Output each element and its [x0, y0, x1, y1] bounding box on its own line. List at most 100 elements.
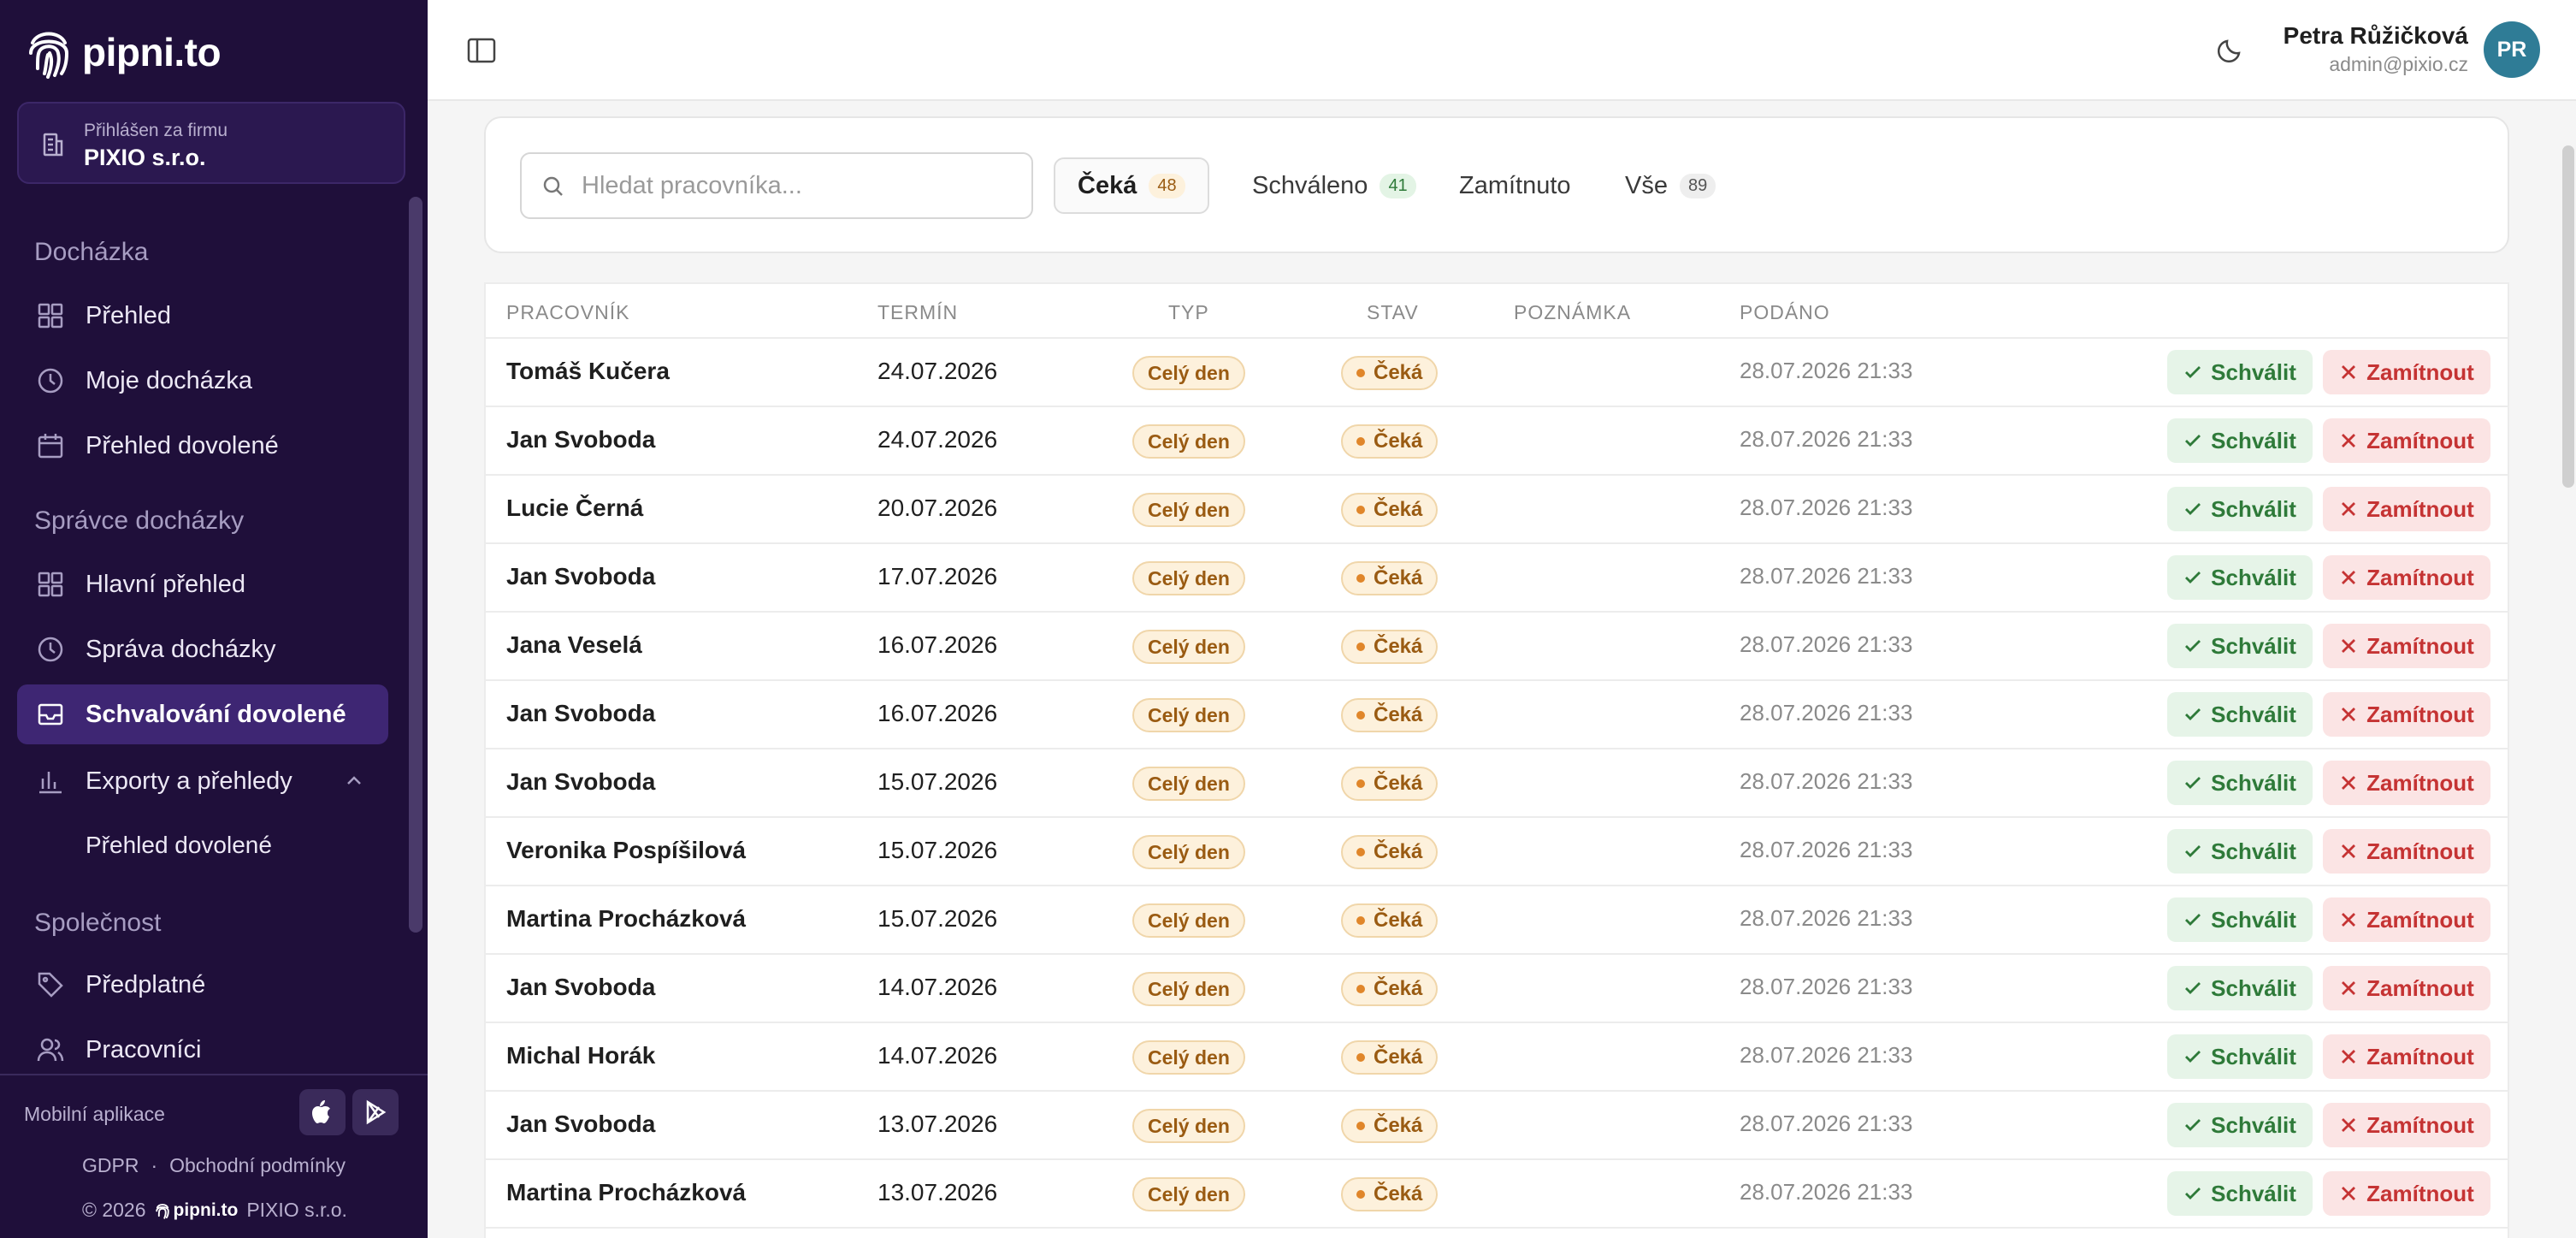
sidebar-item-label: Přehled dovolené: [86, 431, 279, 459]
google-play-button[interactable]: [352, 1089, 399, 1135]
sidebar-item-exporty[interactable]: Exporty a přehledy: [17, 751, 388, 811]
employee-name: Jan Svoboda: [506, 426, 656, 453]
close-icon: [2342, 776, 2356, 790]
leave-type-badge: Celý den: [1132, 835, 1245, 869]
inbox-icon: [38, 703, 63, 726]
status-dot: [1356, 1190, 1365, 1199]
close-icon: [2342, 708, 2356, 721]
sidebar-item-predplatne[interactable]: Předplatné: [17, 955, 388, 1015]
approve-button[interactable]: Schválit: [2167, 350, 2313, 394]
avatar[interactable]: PR: [2484, 21, 2540, 78]
approve-button[interactable]: Schválit: [2167, 829, 2313, 874]
main-scrollbar[interactable]: [2562, 145, 2574, 488]
status-dot: [1356, 643, 1365, 651]
reject-button[interactable]: Zamítnout: [2323, 555, 2490, 600]
tab-schvaleno[interactable]: Schváleno 41: [1230, 157, 1439, 214]
leave-date: 14.07.2026: [877, 1042, 998, 1069]
leave-type-badge: Celý den: [1132, 356, 1245, 390]
approve-button[interactable]: Schválit: [2167, 624, 2313, 668]
tab-ceka[interactable]: Čeká 48: [1054, 157, 1209, 214]
status-badge: Čeká: [1341, 356, 1439, 390]
app-logo[interactable]: pipni.to: [26, 22, 222, 82]
reject-button[interactable]: Zamítnout: [2323, 966, 2490, 1010]
fingerprint-icon: [29, 32, 69, 79]
reject-button[interactable]: Zamítnout: [2323, 761, 2490, 805]
reject-button[interactable]: Zamítnout: [2323, 1171, 2490, 1216]
check-icon: [2185, 366, 2201, 378]
reject-button[interactable]: Zamítnout: [2323, 897, 2490, 942]
employee-name: Jana Veselá: [506, 631, 642, 658]
submitted-at: 28.07.2026 21:33: [1740, 1111, 1913, 1136]
sidebar-subitem-prehled-dovolene[interactable]: Přehled dovolené: [86, 832, 272, 859]
close-icon: [2342, 639, 2356, 653]
sidebar-item-label: Pracovníci: [86, 1035, 202, 1063]
apple-icon: [312, 1100, 330, 1123]
employee-name: Jan Svoboda: [506, 974, 656, 1000]
employee-name: Tomáš Kučera: [506, 358, 670, 384]
moon-icon[interactable]: [2215, 34, 2246, 65]
reject-label: Zamítnout: [2366, 701, 2474, 727]
sidebar-item-prehled-dovolene[interactable]: Přehled dovolené: [17, 416, 388, 476]
sidebar-item-moje-dochazka[interactable]: Moje docházka: [17, 351, 388, 411]
status-dot: [1356, 916, 1365, 925]
sidebar-scrollbar[interactable]: [409, 197, 422, 933]
close-icon: [2342, 1050, 2356, 1063]
sidebar: pipni.to Přihlášen za firmu PIXIO s.r.o.…: [0, 0, 428, 1238]
reject-button[interactable]: Zamítnout: [2323, 692, 2490, 737]
submitted-at: 28.07.2026 21:33: [1740, 1179, 1913, 1205]
leave-date: 16.07.2026: [877, 631, 998, 658]
reject-button[interactable]: Zamítnout: [2323, 418, 2490, 463]
check-icon: [2185, 640, 2201, 652]
app-store-button[interactable]: [299, 1089, 346, 1135]
approve-button[interactable]: Schválit: [2167, 761, 2313, 805]
table-row: Jan Svoboda 16.07.2026 Celý den Čeká 28.…: [486, 681, 2508, 749]
sidebar-item-prehled[interactable]: Přehled: [17, 286, 388, 346]
approve-button[interactable]: Schválit: [2167, 555, 2313, 600]
submitted-at: 28.07.2026 21:33: [1740, 974, 1913, 999]
clock-icon: [38, 368, 63, 394]
terms-link[interactable]: Obchodní podmínky: [169, 1154, 346, 1177]
check-icon: [2185, 982, 2201, 994]
table-row: Jan Svoboda 24.07.2026 Celý den Čeká 28.…: [486, 407, 2508, 476]
status-badge: Čeká: [1341, 1040, 1439, 1075]
reject-button[interactable]: Zamítnout: [2323, 1103, 2490, 1147]
users-icon: [37, 1038, 64, 1062]
tab-vse[interactable]: Vše 89: [1603, 157, 1738, 214]
search-box[interactable]: [520, 152, 1033, 219]
approve-button[interactable]: Schválit: [2167, 418, 2313, 463]
firm-switcher[interactable]: Přihlášen za firmu PIXIO s.r.o.: [17, 102, 405, 184]
sidebar-item-label: Hlavní přehled: [86, 570, 245, 598]
reject-button[interactable]: Zamítnout: [2323, 487, 2490, 531]
fingerprint-icon: [155, 1203, 169, 1219]
status-text: Čeká: [1374, 498, 1423, 521]
reject-button[interactable]: Zamítnout: [2323, 1034, 2490, 1079]
sidebar-item-schvalovani-dovolene[interactable]: Schvalování dovolené: [17, 684, 388, 744]
top-header: Petra Růžičková admin@pixio.cz PR: [428, 0, 2576, 101]
reject-button[interactable]: Zamítnout: [2323, 624, 2490, 668]
approve-label: Schválit: [2211, 974, 2296, 1001]
submitted-at: 28.07.2026 21:33: [1740, 1042, 1913, 1068]
reject-button[interactable]: Zamítnout: [2323, 350, 2490, 394]
sidebar-item-sprava-dochazky[interactable]: Správa docházky: [17, 619, 388, 679]
approve-button[interactable]: Schválit: [2167, 692, 2313, 737]
sidebar-toggle-icon[interactable]: [465, 34, 498, 67]
approve-button[interactable]: Schválit: [2167, 1171, 2313, 1216]
approve-button[interactable]: Schválit: [2167, 1103, 2313, 1147]
leave-type-badge: Celý den: [1132, 767, 1245, 801]
play-store-icon: [366, 1099, 387, 1125]
approve-button[interactable]: Schválit: [2167, 1034, 2313, 1079]
approve-label: Schválit: [2211, 495, 2296, 522]
sidebar-item-hlavni-prehled[interactable]: Hlavní přehled: [17, 554, 388, 614]
tab-zamitnuto[interactable]: Zamítnuto: [1437, 157, 1593, 214]
gdpr-link[interactable]: GDPR: [82, 1154, 139, 1177]
approve-button[interactable]: Schválit: [2167, 487, 2313, 531]
search-input[interactable]: [582, 166, 1009, 205]
sidebar-item-label: Přehled: [86, 301, 171, 329]
reject-button[interactable]: Zamítnout: [2323, 829, 2490, 874]
sidebar-item-pracovnici[interactable]: Pracovníci: [17, 1020, 388, 1080]
approve-button[interactable]: Schválit: [2167, 966, 2313, 1010]
approve-button[interactable]: Schválit: [2167, 897, 2313, 942]
tab-label: Zamítnuto: [1459, 171, 1571, 199]
status-badge: Čeká: [1341, 1177, 1439, 1211]
clock-icon: [38, 637, 63, 662]
